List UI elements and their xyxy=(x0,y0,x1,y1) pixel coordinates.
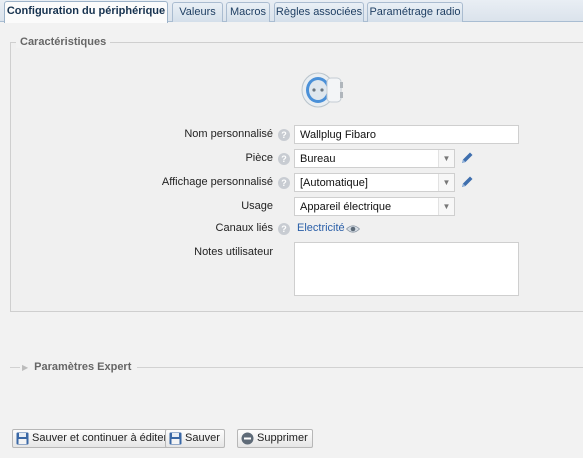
help-icon[interactable]: ? xyxy=(278,153,290,165)
name-field[interactable]: Wallplug Fibaro xyxy=(294,125,519,144)
wall-plug-icon xyxy=(301,72,343,108)
usage-label: Usage xyxy=(241,200,273,212)
save-button[interactable]: Sauver xyxy=(165,429,225,448)
eye-icon[interactable] xyxy=(346,224,360,234)
minus-circle-icon xyxy=(241,432,254,445)
delete-button[interactable]: Supprimer xyxy=(237,429,313,448)
electricity-channel-link[interactable]: Electricité xyxy=(297,222,345,234)
delete-label: Supprimer xyxy=(257,432,308,444)
help-icon[interactable]: ? xyxy=(278,129,290,141)
help-icon[interactable]: ? xyxy=(278,223,290,235)
save-label: Sauver xyxy=(185,432,220,444)
display-label: Affichage personnalisé xyxy=(161,176,273,188)
tab-associated-rules[interactable]: Règles associées xyxy=(274,2,364,22)
floppy-disk-icon xyxy=(16,432,29,445)
room-select[interactable]: Bureau ▼ xyxy=(294,149,455,168)
tab-radio-settings[interactable]: Paramétrage radio xyxy=(367,2,463,22)
floppy-disk-icon xyxy=(169,432,182,445)
channels-label: Canaux liés xyxy=(215,222,273,234)
tab-values[interactable]: Valeurs xyxy=(172,2,223,22)
expert-settings-label: Paramètres Expert xyxy=(34,361,132,373)
tab-bar: Configuration du périphérique Valeurs Ma… xyxy=(0,0,583,23)
tab-device-configuration[interactable]: Configuration du périphérique xyxy=(4,1,168,23)
usage-select[interactable]: Appareil électrique ▼ xyxy=(294,197,455,216)
name-label: Nom personnalisé xyxy=(184,128,273,140)
chevron-down-icon: ▼ xyxy=(438,198,454,215)
triangle-right-icon: ▶ xyxy=(22,363,29,372)
room-label: Pièce xyxy=(245,152,273,164)
room-select-value: Bureau xyxy=(300,153,336,165)
chevron-down-icon: ▼ xyxy=(438,150,454,167)
tab-macros[interactable]: Macros xyxy=(226,2,270,22)
save-continue-label: Sauver et continuer à éditer xyxy=(32,432,168,444)
save-continue-button[interactable]: Sauver et continuer à éditer xyxy=(12,429,173,448)
notes-textarea[interactable] xyxy=(294,242,519,296)
expert-settings-toggle[interactable]: ▶ Paramètres Expert xyxy=(20,361,138,373)
help-icon[interactable]: ? xyxy=(278,177,290,189)
display-select[interactable]: [Automatique] ▼ xyxy=(294,173,455,192)
notes-label: Notes utilisateur xyxy=(194,246,273,258)
characteristics-legend: Caractéristiques xyxy=(16,36,111,48)
usage-select-value: Appareil électrique xyxy=(300,201,392,213)
pencil-icon[interactable] xyxy=(460,151,474,165)
pencil-icon[interactable] xyxy=(460,175,474,189)
display-select-value: [Automatique] xyxy=(300,177,368,189)
chevron-down-icon: ▼ xyxy=(438,174,454,191)
